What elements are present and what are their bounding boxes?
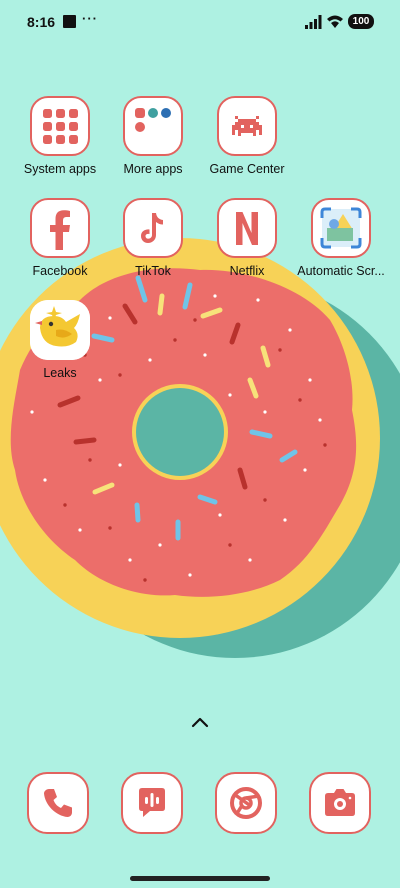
screenshot-icon[interactable] <box>311 198 371 258</box>
signal-icon <box>305 15 322 29</box>
app-system-apps[interactable]: System apps <box>12 96 108 176</box>
chrome-icon[interactable] <box>215 772 277 834</box>
netflix-icon[interactable] <box>217 198 277 258</box>
status-bar: 8:16 ··· 100 <box>0 0 400 44</box>
app-netflix[interactable]: Netflix <box>199 198 295 278</box>
app-facebook[interactable]: Facebook <box>12 198 108 278</box>
leaks-icon[interactable] <box>30 300 90 360</box>
app-label: Automatic Scr... <box>297 264 385 278</box>
app-more-apps[interactable]: More apps <box>105 96 201 176</box>
app-label: Netflix <box>229 264 265 278</box>
dock-phone[interactable] <box>27 772 89 834</box>
dock-messages[interactable] <box>121 772 183 834</box>
home-indicator[interactable] <box>130 876 270 881</box>
status-time: 8:16 <box>27 14 56 30</box>
app-label: Leaks <box>43 366 77 380</box>
app-leaks[interactable]: Leaks <box>12 300 108 380</box>
chevron-up-icon[interactable] <box>191 716 209 728</box>
wifi-icon <box>327 15 343 28</box>
space-invader-icon[interactable] <box>217 96 277 156</box>
more-notifications-icon: ··· <box>82 11 98 26</box>
app-label: Facebook <box>32 264 88 278</box>
app-game-center[interactable]: Game Center <box>199 96 295 176</box>
camera-icon[interactable] <box>309 772 371 834</box>
battery-indicator: 100 <box>348 14 374 29</box>
app-automatic-screenshot[interactable]: Automatic Scr... <box>293 198 389 278</box>
messages-icon[interactable] <box>121 772 183 834</box>
app-label: Game Center <box>209 162 285 176</box>
app-label: System apps <box>23 162 97 176</box>
folder-more-apps-icon[interactable] <box>123 96 183 156</box>
folder-system-apps-icon[interactable] <box>30 96 90 156</box>
phone-icon[interactable] <box>27 772 89 834</box>
facebook-icon[interactable] <box>30 198 90 258</box>
app-tiktok[interactable]: TikTok <box>105 198 201 278</box>
app-label: TikTok <box>135 264 171 278</box>
app-label: More apps <box>123 162 183 176</box>
music-note-icon[interactable] <box>123 198 183 258</box>
notification-square-icon <box>63 15 76 28</box>
dock-chrome[interactable] <box>215 772 277 834</box>
dock-camera[interactable] <box>309 772 371 834</box>
